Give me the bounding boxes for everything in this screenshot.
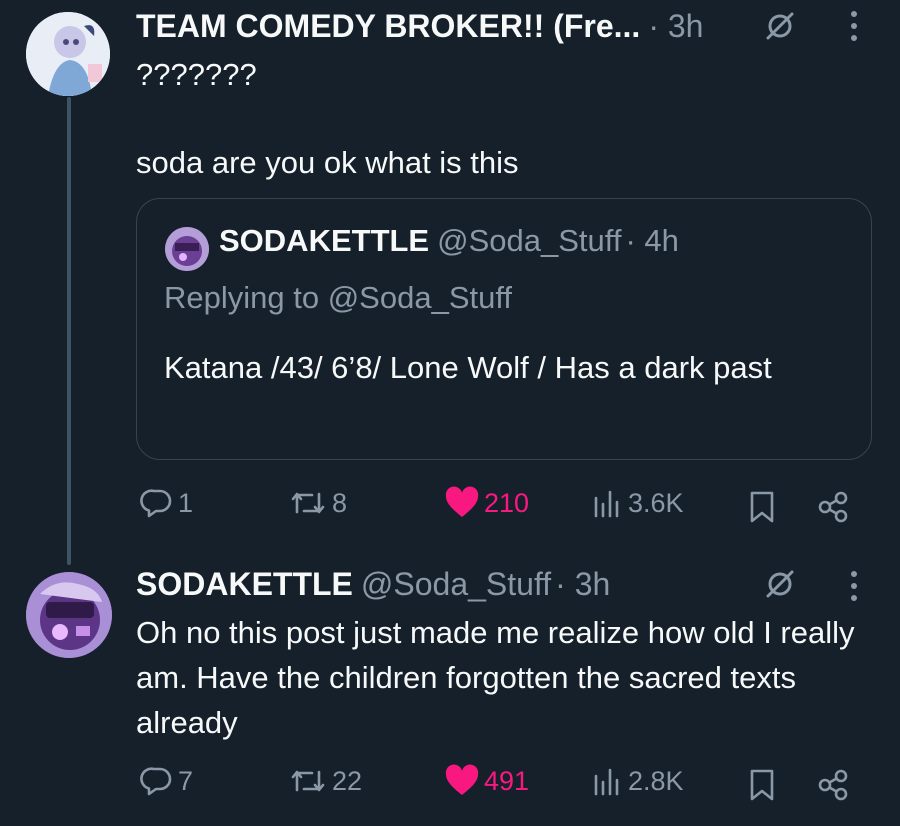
display-name[interactable]: TEAM COMEDY BROKER!! (Fre... — [136, 8, 640, 45]
tweet-actions-bar: 1 8 210 3.6K — [0, 486, 900, 530]
handle[interactable]: @Soda_Stuff — [361, 566, 551, 603]
display-name[interactable]: SODAKETTLE — [136, 566, 353, 603]
like-count: 491 — [484, 765, 530, 796]
share-icon[interactable] — [816, 766, 852, 804]
repost-button[interactable]: 8 — [288, 486, 347, 520]
reply-button[interactable]: 1 — [140, 486, 193, 520]
grok-icon[interactable] — [760, 564, 800, 604]
reply-icon — [140, 767, 172, 796]
more-vertical-icon[interactable] — [836, 6, 872, 46]
quoted-avatar — [165, 227, 209, 271]
tweet-header: TEAM COMEDY BROKER!! (Fre... · 3h — [136, 8, 703, 45]
views-count: 3.6K — [628, 487, 684, 518]
bookmark-icon[interactable] — [746, 488, 778, 526]
heart-filled-icon — [445, 764, 479, 795]
quoted-tweet-text: Katana /43/ 6’8/ Lone Wolf / Has a dark … — [164, 350, 772, 385]
tweet-text-line: ??????? — [136, 57, 257, 92]
timestamp[interactable]: · 3h — [648, 8, 703, 45]
avatar-sodakettle[interactable] — [26, 572, 112, 658]
replying-to-label: Replying to @Soda_Stuff — [164, 280, 513, 315]
like-button[interactable]: 210 — [444, 486, 529, 520]
quoted-handle: @Soda_Stuff — [437, 223, 622, 258]
repost-count: 8 — [332, 487, 348, 518]
tweet-header: SODAKETTLE @Soda_Stuff · 3h — [136, 566, 610, 603]
views-icon — [594, 768, 619, 796]
avatar-image — [26, 12, 110, 96]
like-button[interactable]: 491 — [444, 764, 529, 798]
tweet-text: soda are you ok what is this — [136, 145, 519, 180]
views-icon — [594, 490, 619, 518]
share-icon[interactable] — [816, 488, 852, 526]
more-vertical-icon[interactable] — [836, 566, 872, 606]
reply-count: 1 — [178, 487, 194, 518]
timestamp[interactable]: · 3h — [555, 566, 610, 603]
views-button[interactable]: 3.6K — [592, 486, 684, 520]
avatar-image — [26, 572, 112, 658]
tweet-text: Oh no this post just made me realize how… — [136, 615, 855, 740]
quoted-display-name: SODAKETTLE — [219, 223, 430, 258]
quoted-timestamp: · 4h — [625, 223, 679, 258]
repost-button[interactable]: 22 — [288, 764, 362, 798]
reply-count: 7 — [178, 765, 194, 796]
tweet-actions-bar: 7 22 491 2.8K — [0, 764, 900, 808]
repost-count: 22 — [332, 765, 363, 796]
views-button[interactable]: 2.8K — [592, 764, 684, 798]
bookmark-icon[interactable] — [746, 766, 778, 804]
avatar-team-comedy-broker[interactable] — [26, 12, 110, 96]
reply-button[interactable]: 7 — [140, 764, 193, 798]
repost-icon — [291, 770, 325, 792]
views-count: 2.8K — [628, 765, 684, 796]
heart-filled-icon — [445, 486, 479, 517]
like-count: 210 — [484, 487, 530, 518]
reply-icon — [140, 489, 172, 518]
quoted-tweet-card[interactable]: SODAKETTLE @Soda_Stuff · 4h Replying to … — [136, 198, 872, 460]
quoted-header: SODAKETTLE @Soda_Stuff · 4h — [219, 223, 679, 259]
repost-icon — [291, 492, 325, 514]
grok-icon[interactable] — [760, 6, 800, 46]
